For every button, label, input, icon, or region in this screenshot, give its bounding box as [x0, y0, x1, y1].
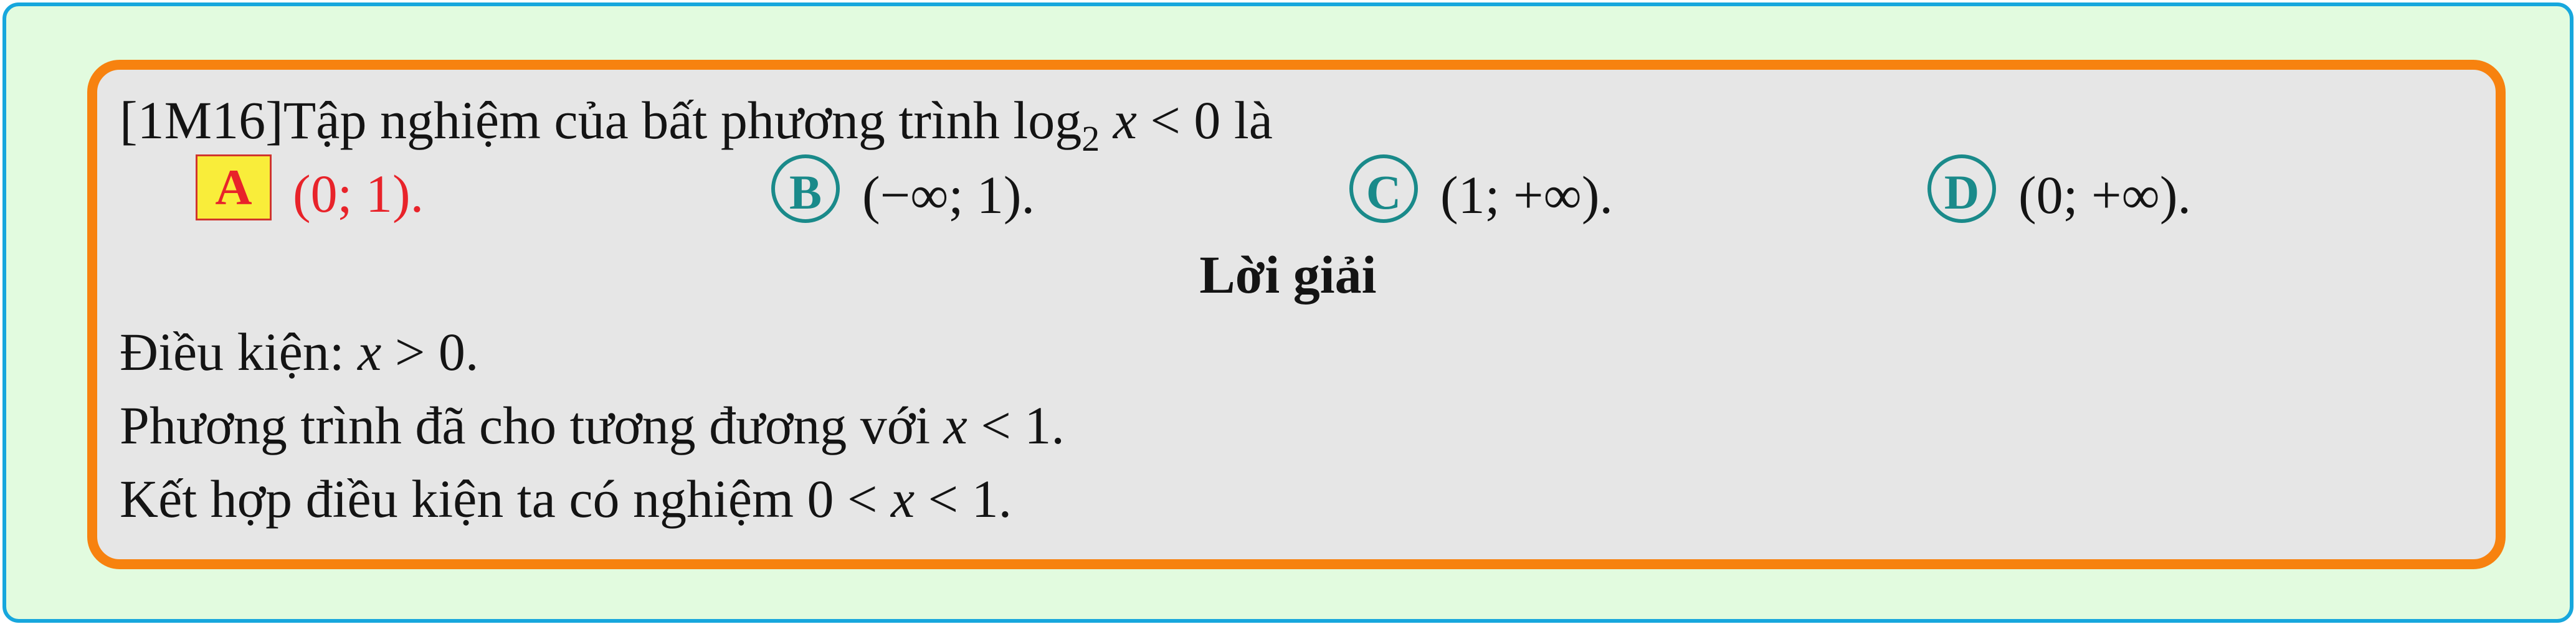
- question-variable: x: [1113, 90, 1137, 150]
- solution-line-2-rest: < 1.: [967, 395, 1065, 455]
- option-a-text: (0; 1).: [293, 164, 424, 224]
- question-prefix: [1M16]Tập nghiệm của bất phương trình: [120, 90, 1014, 150]
- option-d[interactable]: D (0; +∞).: [1927, 154, 2191, 229]
- solution-line-3: Kết hợp điều kiện ta có nghiệm 0 < x < 1…: [120, 472, 1012, 526]
- option-d-badge: D: [1927, 154, 1996, 223]
- solution-line-1-rest: > 0.: [381, 322, 479, 382]
- solution-line-2: Phương trình đã cho tương đương với x < …: [120, 399, 1065, 452]
- question-text: [1M16]Tập nghiệm của bất phương trình lo…: [120, 90, 1273, 157]
- option-c[interactable]: C (1; +∞).: [1349, 154, 1613, 229]
- solution-line-3-variable: x: [890, 469, 915, 529]
- option-b[interactable]: B (−∞; 1).: [771, 154, 1035, 229]
- option-c-text: (1; +∞).: [1440, 165, 1613, 225]
- question-inequality: < 0 là: [1136, 90, 1273, 150]
- solution-line-2-text: Phương trình đã cho tương đương với: [120, 395, 944, 455]
- solution-line-1: Điều kiện: x > 0.: [120, 325, 478, 379]
- log-function: log: [1013, 90, 1082, 150]
- solution-line-3-text: Kết hợp điều kiện ta có nghiệm 0 <: [120, 469, 891, 529]
- solution-line-1-variable: x: [358, 322, 382, 382]
- log-base: 2: [1081, 118, 1100, 159]
- option-d-text: (0; +∞).: [2018, 165, 2191, 225]
- solution-line-3-rest: < 1.: [915, 469, 1012, 529]
- option-b-badge: B: [771, 154, 840, 223]
- solution-line-1-text: Điều kiện:: [120, 322, 358, 382]
- solution-heading: Lời giải: [1199, 245, 1377, 305]
- solution-line-2-variable: x: [943, 395, 967, 455]
- option-a[interactable]: A (0; 1).: [196, 154, 424, 227]
- option-b-text: (−∞; 1).: [862, 165, 1035, 225]
- option-a-correct-badge: A: [196, 154, 272, 220]
- option-c-badge: C: [1349, 154, 1418, 223]
